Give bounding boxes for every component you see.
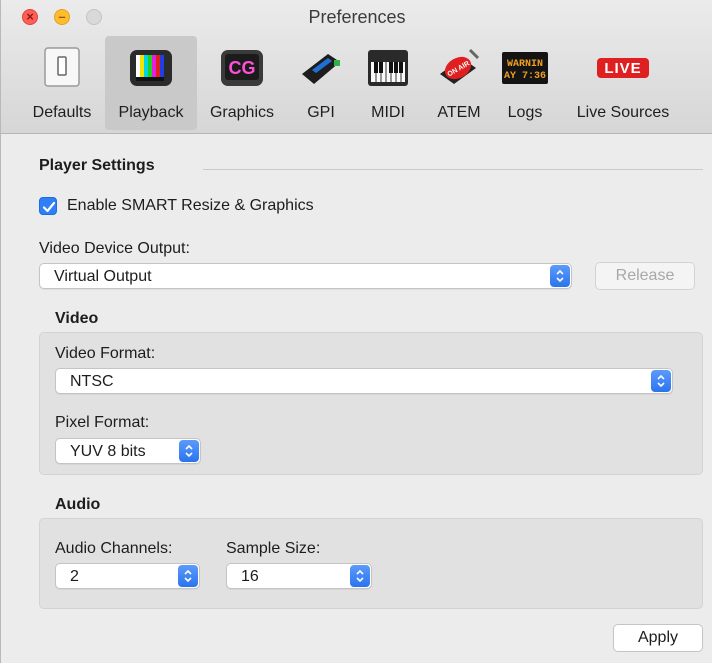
window-title: Preferences — [308, 7, 406, 27]
chevron-up-down-icon — [179, 440, 199, 462]
select-value: NTSC — [70, 373, 114, 390]
player-settings-title: Player Settings — [39, 157, 155, 174]
tab-label: ATEM — [437, 104, 481, 121]
pixel-format-select[interactable]: YUV 8 bits — [55, 438, 201, 464]
piano-keyboard-icon — [368, 50, 408, 86]
release-button[interactable]: Release — [595, 262, 695, 290]
checkmark-icon — [42, 201, 56, 213]
logs-icon-line2: AY 7:36 — [504, 71, 546, 82]
video-group-title: Video — [55, 310, 99, 327]
svg-text:CG: CG — [229, 58, 256, 78]
on-air-button-icon: ON AIR — [440, 48, 480, 84]
tab-midi[interactable]: MIDI — [359, 36, 417, 130]
tab-playback[interactable]: Playback — [105, 36, 197, 130]
chevron-up-down-icon — [178, 565, 198, 587]
tab-label: Live Sources — [576, 104, 670, 121]
toolbar: × – Preferences Defaults Playback CG Gra… — [1, 0, 712, 134]
switch-icon — [44, 47, 80, 87]
tab-atem[interactable]: ON AIR ATEM — [425, 36, 493, 130]
tv-color-bars-icon — [130, 50, 172, 86]
tab-defaults[interactable]: Defaults — [21, 36, 103, 130]
tab-logs[interactable]: WARNIN AY 7:36 Logs — [497, 36, 553, 130]
select-value: YUV 8 bits — [70, 443, 146, 460]
pixel-format-label: Pixel Format: — [55, 414, 150, 431]
gpi-device-icon — [302, 54, 340, 84]
chevron-up-down-icon — [651, 370, 671, 392]
log-display-icon: WARNIN AY 7:36 — [502, 52, 548, 84]
cg-graphics-icon: CG — [221, 50, 263, 86]
preferences-window: × – Preferences Defaults Playback CG Gra… — [0, 0, 712, 663]
tab-label: Defaults — [32, 104, 92, 121]
tab-gpi[interactable]: GPI — [293, 36, 349, 130]
tab-label: Logs — [507, 104, 543, 121]
sample-size-label: Sample Size: — [226, 540, 321, 557]
audio-channels-select[interactable]: 2 — [55, 563, 200, 589]
smart-resize-label[interactable]: Enable SMART Resize & Graphics — [67, 197, 314, 215]
tab-label: Graphics — [209, 104, 275, 121]
select-value: Virtual Output — [54, 268, 152, 285]
select-value: 16 — [241, 568, 259, 585]
tab-graphics[interactable]: CG Graphics — [199, 36, 285, 130]
audio-group-title: Audio — [55, 496, 101, 513]
audio-channels-label: Audio Channels: — [55, 540, 173, 557]
live-badge-icon: LIVE — [597, 58, 649, 78]
tab-live-sources[interactable]: LIVE Live Sources — [561, 36, 685, 130]
video-device-output-select[interactable]: Virtual Output — [39, 263, 572, 289]
smart-resize-checkbox[interactable] — [39, 197, 57, 215]
tab-label: Playback — [118, 104, 184, 121]
apply-button[interactable]: Apply — [613, 624, 703, 652]
logs-icon-line1: WARNIN — [507, 59, 543, 70]
video-format-select[interactable]: NTSC — [55, 368, 673, 394]
tab-label: GPI — [307, 104, 335, 121]
chevron-up-down-icon — [550, 265, 570, 287]
tab-label: MIDI — [371, 104, 405, 121]
live-icon-text: LIVE — [604, 60, 641, 77]
chevron-up-down-icon — [350, 565, 370, 587]
video-device-output-label: Video Device Output: — [39, 240, 190, 257]
video-format-label: Video Format: — [55, 345, 156, 362]
select-value: 2 — [70, 568, 79, 585]
sample-size-select[interactable]: 16 — [226, 563, 372, 589]
section-divider — [203, 169, 703, 170]
